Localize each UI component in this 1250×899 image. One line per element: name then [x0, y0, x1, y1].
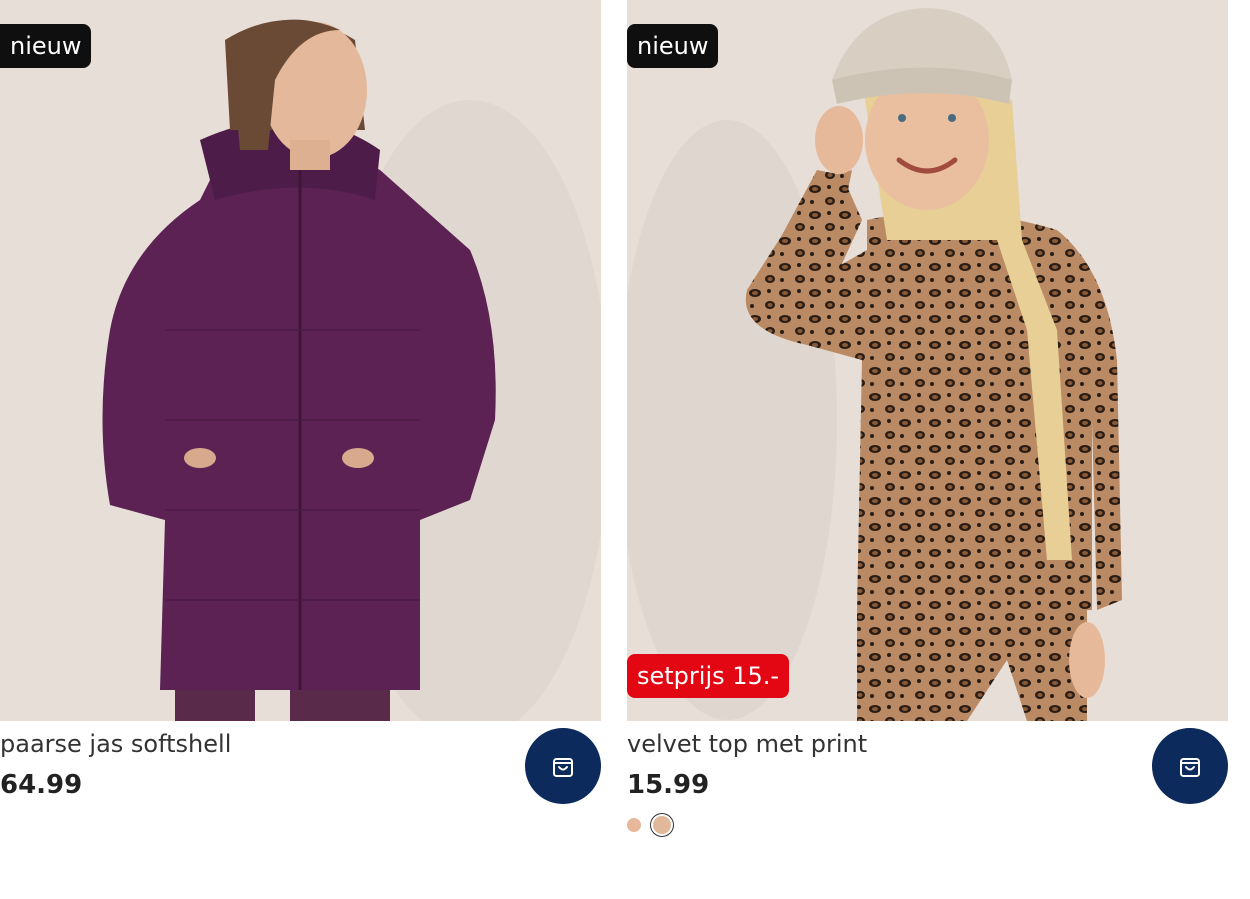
product-card[interactable]: nieuw setprijs 15.- velvet top met print…	[627, 0, 1228, 899]
product-photo-illustration	[627, 0, 1228, 721]
add-to-cart-button[interactable]	[1152, 728, 1228, 804]
shopping-bag-icon	[1180, 758, 1200, 777]
product-image[interactable]: nieuw	[0, 0, 601, 721]
product-image[interactable]: nieuw setprijs 15.-	[627, 0, 1228, 721]
new-badge: nieuw	[0, 24, 92, 68]
promo-badge: setprijs 15.-	[627, 654, 790, 698]
add-to-cart-button[interactable]	[525, 728, 601, 804]
color-swatch[interactable]	[627, 818, 641, 832]
product-title[interactable]: paarse jas softshell	[0, 728, 231, 760]
product-price: 15.99	[627, 770, 710, 800]
product-photo-illustration	[0, 0, 601, 721]
color-swatches	[627, 816, 671, 834]
new-badge: nieuw	[627, 24, 719, 68]
product-price: 64.99	[0, 770, 83, 800]
product-card[interactable]: nieuw paarse jas softshell 64.99	[0, 0, 601, 899]
product-title[interactable]: velvet top met print	[627, 728, 867, 760]
color-swatch-selected[interactable]	[653, 816, 671, 834]
shopping-bag-icon	[553, 758, 573, 777]
